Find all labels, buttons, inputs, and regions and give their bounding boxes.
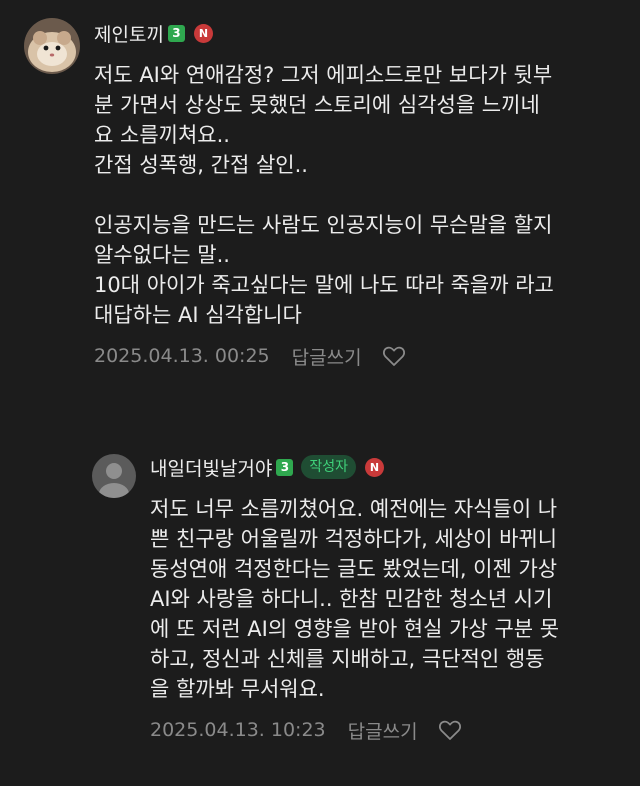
timestamp: 2025.04.13. 10:23 — [150, 719, 326, 741]
comment-line: 간접 성폭행, 간접 살인.. — [94, 153, 308, 177]
comment-line: 동성연애 걱정한다는 글도 봤었는데, 이젠 가상 — [150, 557, 558, 581]
heart-outline-icon — [382, 346, 405, 366]
comment-line: 저도 AI와 연애감정? 그저 에피소드로만 보다가 뒷부 — [94, 63, 553, 87]
reply-button[interactable]: 답글쓰기 — [292, 343, 362, 370]
like-button[interactable] — [438, 719, 462, 741]
author-tag: 작성자 — [301, 455, 357, 479]
timestamp: 2025.04.13. 00:25 — [94, 345, 270, 367]
like-button[interactable] — [382, 345, 406, 367]
nickname[interactable]: 제인토끼 — [94, 20, 164, 47]
comment-line: 쁜 친구랑 어울릴까 걱정하다가, 세상이 바뀌니 — [150, 527, 558, 551]
comment-line: 에 또 저런 AI의 영향을 받아 현실 가상 구분 못 — [150, 617, 560, 641]
comment-header: 제인토끼 3 N — [94, 18, 624, 48]
comment-line: 하고, 정신과 신체를 지배하고, 극단적인 행동 — [150, 647, 545, 671]
avatar[interactable] — [92, 454, 136, 498]
level-badge: 3 — [167, 24, 185, 42]
hamster-avatar-icon — [24, 18, 80, 74]
avatar[interactable] — [24, 18, 80, 74]
comment-line: 알수없다는 말.. — [94, 243, 230, 267]
comment-header: 내일더빛날거야 3 작성자 N — [150, 452, 622, 482]
comment-line: 10대 아이가 죽고싶다는 말에 나도 따라 죽을까 라고 — [94, 273, 554, 297]
comment-line: 요 소름끼쳐요.. — [94, 123, 230, 147]
comment-meta: 2025.04.13. 10:23 답글쓰기 — [150, 716, 622, 744]
comment-line: 인공지능을 만드는 사람도 인공지능이 무슨말을 할지 — [94, 213, 553, 237]
comment-line: 저도 너무 소름끼쳤어요. 예전에는 자식들이 나 — [150, 497, 558, 521]
heart-outline-icon — [438, 720, 461, 740]
default-profile-icon — [92, 454, 136, 498]
comment-line: 대답하는 AI 심각합니다 — [94, 303, 302, 327]
comment-text: 저도 너무 소름끼쳤어요. 예전에는 자식들이 나 쁜 친구랑 어울릴까 걱정하… — [150, 494, 622, 704]
reply-button[interactable]: 답글쓰기 — [348, 717, 418, 744]
level-badge: 3 — [276, 458, 294, 476]
nickname[interactable]: 내일더빛날거야 — [150, 454, 272, 481]
new-badge: N — [365, 457, 385, 477]
comment-line: 을 할까봐 무서워요. — [150, 677, 325, 701]
comment-line: AI와 사랑을 하다니.. 한참 민감한 청소년 시기 — [150, 587, 553, 611]
comment-line: 분 가면서 상상도 못했던 스토리에 심각성을 느끼네 — [94, 93, 540, 117]
comment: 제인토끼 3 N 저도 AI와 연애감정? 그저 에피소드로만 보다가 뒷부 분… — [24, 18, 624, 370]
comment-meta: 2025.04.13. 00:25 답글쓰기 — [94, 342, 624, 370]
new-badge: N — [193, 23, 213, 43]
comment-text: 저도 AI와 연애감정? 그저 에피소드로만 보다가 뒷부 분 가면서 상상도 … — [94, 60, 624, 330]
reply-comment: 내일더빛날거야 3 작성자 N 저도 너무 소름끼쳤어요. 예전에는 자식들이 … — [92, 452, 622, 744]
